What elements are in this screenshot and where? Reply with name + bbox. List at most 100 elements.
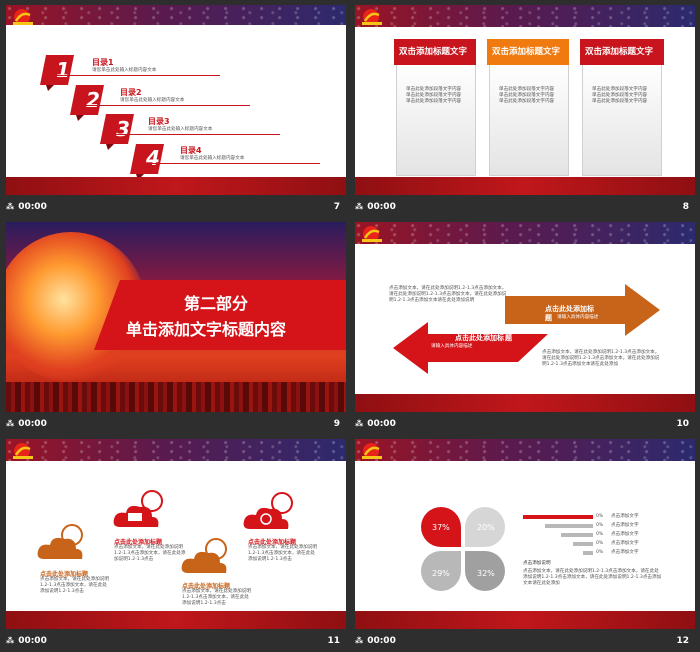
toc-title: 目录1 (92, 58, 114, 67)
arrow-right-sub: 请输入具体内容描述 (557, 315, 599, 320)
thumb-footer: ⁂ 00:00 8 (355, 195, 695, 218)
slide-canvas: 双击添加标题文字 单击此处添加段落文字内容 单击此处添加段落文字内容 单击此处添… (355, 5, 695, 195)
bar-fill (523, 515, 593, 519)
timing-label: 00:00 (18, 635, 47, 646)
star-icon: ⁂ (6, 636, 15, 645)
bar-pct: 0% (596, 541, 604, 546)
party-emblem-icon (362, 226, 382, 242)
slide-number: 11 (327, 635, 340, 646)
header-band (6, 5, 346, 25)
card-title: 双击添加标题文字 (399, 47, 468, 57)
slide-number: 7 (333, 201, 340, 212)
bar-fill (561, 533, 593, 537)
card-body (582, 61, 662, 176)
card-title: 双击添加标题文字 (585, 47, 654, 57)
footer-band (355, 394, 695, 412)
slide-canvas: 点击此处添加标 题 请输入具体内容描述 点击此处添加标 题 请输入具体内容描述 … (355, 222, 695, 412)
slide-number: 8 (682, 201, 689, 212)
footer-band (355, 611, 695, 629)
timing-label: 00:00 (367, 418, 396, 429)
star-icon: ⁂ (6, 419, 15, 428)
arrow-right-title: 点击此处添加标 (545, 305, 594, 313)
party-emblem-icon (362, 9, 382, 25)
slide-canvas: 点击此处添加标题 点击添加文本，请在此处添加说明1.2-1.3点击添加文本，请在… (6, 439, 346, 629)
paragraph-text: 点击添加文本，请在此处添加说明1.2-1.3点击添加文本，请在此处添加说明1.2… (523, 569, 662, 586)
slide-thumb-7[interactable]: 1 目录1 请您单击此处输入标题内容文本 2 目录2 请您单击此处输入标题内容文… (6, 5, 346, 218)
bar-pct: 0% (596, 532, 604, 537)
divider (140, 163, 320, 164)
slide-number: 10 (676, 418, 689, 429)
footer-band (6, 177, 346, 195)
timing-label: 00:00 (367, 201, 396, 212)
timing-label: 00:00 (18, 418, 47, 429)
toc-title: 目录3 (148, 117, 170, 126)
bar-label: 点击添加文字 (611, 541, 639, 546)
section-title: 单击添加文字标题内容 (126, 320, 287, 339)
divider (110, 134, 280, 135)
bar-fill (545, 524, 593, 528)
card-text: 单击此处添加段落文字内容 单击此处添加段落文字内容 单击此处添加段落文字内容 (406, 87, 462, 104)
paragraph-bottom: 点击添加文本，请在此处添加说明1.2-1.3点击添加文本，请在此处添加说明1.2… (542, 350, 660, 367)
bar-label: 点击添加文字 (611, 550, 639, 555)
header-band (355, 222, 695, 244)
block-text: 点击添加文本，请在此处添加说明1.2-1.3点击添加文本，请在此处添加说明1.2… (40, 577, 109, 594)
block-text: 点击添加文本，请在此处添加说明1.2-1.3点击添加文本，请在此处添加说明1.2… (114, 545, 186, 562)
bar-fill (583, 551, 593, 555)
petal-value: 29% (432, 569, 450, 578)
party-emblem-icon (13, 9, 33, 25)
bar-fill (573, 542, 593, 546)
thumb-footer: ⁂ 00:00 10 (355, 412, 695, 435)
toc-title: 目录2 (120, 88, 142, 97)
party-emblem-icon (362, 443, 382, 459)
toc-number: 2 (86, 88, 100, 112)
bar-label: 点击添加文字 (611, 514, 639, 519)
header-band (355, 5, 695, 27)
divider (80, 105, 250, 106)
petal-value: 37% (432, 523, 450, 532)
petal-value: 20% (477, 523, 495, 532)
toc-number: 3 (116, 117, 130, 141)
toc-number: 1 (56, 58, 70, 82)
slide-thumb-9[interactable]: 第二部分 单击添加文字标题内容 ⁂ 00:00 9 (6, 222, 346, 435)
timing-label: 00:00 (367, 635, 396, 646)
globe-cloud-icon (243, 492, 293, 529)
sun-cloud-icon (181, 538, 227, 573)
footer-band (6, 611, 346, 629)
paragraph-title: 点击添加说明 (523, 561, 551, 566)
part-label: 第二部分 (184, 294, 249, 313)
slide-thumb-10[interactable]: 点击此处添加标 题 请输入具体内容描述 点击此处添加标 题 请输入具体内容描述 … (355, 222, 695, 435)
laptop-cloud-icon (113, 490, 163, 527)
header-band (6, 439, 346, 461)
party-emblem-icon (13, 443, 33, 459)
header-band (355, 439, 695, 461)
toc-desc: 请您单击此处输入标题内容文本 (120, 98, 185, 103)
toc-title: 目录4 (180, 146, 202, 155)
skyline (6, 382, 346, 412)
toc-desc: 请您单击此处输入标题内容文本 (92, 68, 157, 73)
sun-cloud-icon (37, 524, 83, 559)
star-icon: ⁂ (355, 636, 364, 645)
paragraph-top: 点击添加文本，请在此处添加说明1.2-1.3点击添加文本，请在此处添加说明1.2… (389, 286, 507, 303)
bar-pct: 0% (596, 514, 604, 519)
timing-label: 00:00 (18, 201, 47, 212)
slide-canvas: 37% 20% 29% 32% 0% 0% 0% 0% 0% 点击添加文字 点击… (355, 439, 695, 629)
star-icon: ⁂ (355, 419, 364, 428)
bar-pct: 0% (596, 550, 604, 555)
card-text: 单击此处添加段落文字内容 单击此处添加段落文字内容 单击此处添加段落文字内容 (592, 87, 648, 104)
toc-number: 4 (146, 146, 160, 170)
slide-canvas: 第二部分 单击添加文字标题内容 (6, 222, 346, 412)
arrow-left-title: 点击此处添加标 (455, 334, 504, 342)
card-title: 双击添加标题文字 (492, 47, 561, 57)
toc-desc: 请您单击此处输入标题内容文本 (148, 127, 213, 132)
bar-pct: 0% (596, 523, 604, 528)
slide-thumb-12[interactable]: 37% 20% 29% 32% 0% 0% 0% 0% 0% 点击添加文字 点击… (355, 439, 695, 652)
petal-value: 32% (477, 569, 495, 578)
arrow-left-sub: 请输入具体内容描述 (431, 344, 473, 349)
card-body (489, 61, 569, 176)
card-text: 单击此处添加段落文字内容 单击此处添加段落文字内容 单击此处添加段落文字内容 (499, 87, 555, 104)
bar-label: 点击添加文字 (611, 532, 639, 537)
star-icon: ⁂ (355, 202, 364, 211)
block-text: 点击添加文本，请在此处添加说明1.2-1.3点击添加文本，请在此处添加说明1.2… (248, 545, 317, 562)
slide-thumb-11[interactable]: 点击此处添加标题 点击添加文本，请在此处添加说明1.2-1.3点击添加文本，请在… (6, 439, 346, 652)
slide-thumb-8[interactable]: 双击添加标题文字 单击此处添加段落文字内容 单击此处添加段落文字内容 单击此处添… (355, 5, 695, 218)
